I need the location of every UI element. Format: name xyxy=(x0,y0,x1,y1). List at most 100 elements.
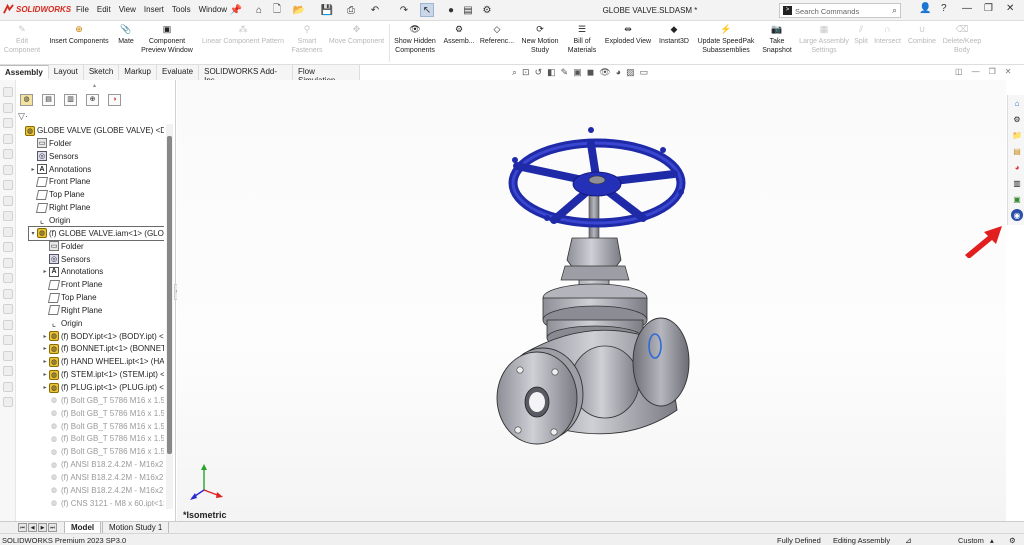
menu-tools[interactable]: Tools xyxy=(172,5,191,14)
quick-tool-icon[interactable] xyxy=(3,211,13,221)
solidworks-forum-icon[interactable]: ▣ xyxy=(1011,193,1023,205)
expand-arrow-icon[interactable]: ▸ xyxy=(41,358,49,365)
zoom-to-fit-icon[interactable]: ⌕ xyxy=(512,67,517,78)
tree-scrollbar-thumb[interactable] xyxy=(167,136,172,454)
units-selector[interactable]: Custom xyxy=(958,536,984,545)
filter-icon[interactable]: ▽· xyxy=(18,111,28,122)
quick-tool-icon[interactable] xyxy=(3,195,13,206)
units-dropdown-icon[interactable]: ▴ xyxy=(990,536,994,545)
tree-item[interactable]: ▭ Folder xyxy=(41,240,84,253)
large-assembly-settings-button[interactable]: ▦ Large Assembly Settings xyxy=(796,23,852,55)
undo-icon[interactable]: ↶ xyxy=(368,3,382,17)
tree-item[interactable]: ◍ (f) CNS 3121 - M8 x 60.ipt<1> xyxy=(41,497,164,509)
component-preview-window-button[interactable]: ▣ Component Preview Window xyxy=(139,23,195,55)
previous-view-icon[interactable]: ↺ xyxy=(535,67,543,78)
search-icon[interactable]: ⌕ xyxy=(892,5,897,16)
tree-item[interactable]: ◎ Sensors xyxy=(29,150,78,163)
last-tab-icon[interactable]: ⏭ xyxy=(48,523,57,532)
tree-item[interactable]: ▾ ◍ (f) GLOBE VALVE.iam<1> (GLOBE xyxy=(28,225,164,241)
tab-assembly[interactable]: Assembly xyxy=(0,65,49,80)
update-speedpak-button[interactable]: ⚡ Update SpeedPak Subassemblies xyxy=(694,23,758,55)
view-palette-icon[interactable]: ▤ xyxy=(1011,145,1023,157)
app-logo[interactable]: SOLIDWORKS xyxy=(3,4,71,15)
tab-solidworks-add-ins[interactable]: SOLIDWORKS Add-Ins xyxy=(199,65,294,85)
property-manager-tab-icon[interactable]: ▤ xyxy=(42,94,55,106)
pin-icon[interactable]: 📌 xyxy=(229,3,243,17)
file-properties-icon[interactable]: ▤ xyxy=(461,3,475,17)
new-document-icon[interactable]: 🗋 xyxy=(270,3,284,17)
quick-tool-icon[interactable] xyxy=(3,273,13,283)
expand-arrow-icon[interactable]: ▸ xyxy=(41,384,49,391)
restore-icon[interactable]: ❐ xyxy=(984,3,993,14)
tree-item[interactable]: ◍ (f) ANSI B18.2.4.2M - M16x2 - : xyxy=(41,458,164,471)
menu-view[interactable]: View xyxy=(119,5,136,14)
expand-arrow-icon[interactable]: ▾ xyxy=(29,230,37,237)
assembly-features-button[interactable]: ⚙ Assemb... xyxy=(441,23,477,46)
menu-file[interactable]: File xyxy=(76,5,89,14)
quick-tool-icon[interactable] xyxy=(3,397,13,407)
next-tab-icon[interactable]: ▶ xyxy=(38,523,47,532)
tree-item[interactable]: ▸ ◍ (f) STEM.ipt<1> (STEM.ipt) << xyxy=(41,368,164,381)
globe-valve-model[interactable] xyxy=(177,80,1006,521)
edit-appearance-icon[interactable]: ◕ xyxy=(616,67,621,78)
display-manager-tab-icon[interactable]: ◑ xyxy=(108,94,121,106)
redo-icon[interactable]: ↷ xyxy=(397,3,411,17)
tree-item[interactable]: ⌞ Origin xyxy=(41,317,82,330)
dynamic-annotation-icon[interactable]: ✎ xyxy=(561,67,569,78)
collapse-arrow-icon[interactable]: ▴ xyxy=(93,82,96,89)
tree-item[interactable]: Top Plane xyxy=(41,291,97,304)
tree-item[interactable]: ▸ A Annotations xyxy=(29,163,91,176)
show-hidden-components-button[interactable]: 👁 Show Hidden Components xyxy=(391,23,439,55)
quick-tool-icon[interactable] xyxy=(3,335,13,345)
quick-tool-icon[interactable] xyxy=(3,226,13,237)
hide-show-items-icon[interactable]: 👁 xyxy=(599,67,610,78)
file-explorer-icon[interactable]: 📁 xyxy=(1011,129,1023,141)
viewport-restore-icon[interactable]: ❐ xyxy=(989,67,996,76)
configuration-manager-tab-icon[interactable]: ▥ xyxy=(64,94,77,106)
tree-item[interactable]: ▸ A Annotations xyxy=(41,265,103,278)
open-icon[interactable]: 📂 xyxy=(292,3,306,17)
linear-component-pattern-button[interactable]: ⁂ Linear Component Pattern xyxy=(197,23,289,46)
menu-window[interactable]: Window xyxy=(199,5,227,14)
tree-item[interactable]: ◍ (f) Bolt GB_T 5786 M16 x 1.5 x xyxy=(41,445,164,458)
take-snapshot-button[interactable]: 📷 Take Snapshot xyxy=(760,23,794,55)
quick-tool-icon[interactable] xyxy=(3,350,13,361)
appearances-scenes-icon[interactable]: ◕ xyxy=(1011,161,1023,173)
display-style-icon[interactable]: ◼ xyxy=(587,67,594,78)
move-component-button[interactable]: ✥ Move Component xyxy=(325,23,388,46)
tree-item[interactable]: Front Plane xyxy=(41,278,102,291)
menu-edit[interactable]: Edit xyxy=(97,5,111,14)
quick-tool-icon[interactable] xyxy=(3,366,13,376)
print-icon[interactable]: ⎙ xyxy=(344,3,358,17)
section-view-icon[interactable]: ◧ xyxy=(547,67,556,78)
quick-tool-icon[interactable] xyxy=(3,180,13,190)
first-tab-icon[interactable]: ⏮ xyxy=(18,523,27,532)
menu-insert[interactable]: Insert xyxy=(144,5,164,14)
viewport-close-icon[interactable]: ✕ xyxy=(1005,67,1012,76)
tab-sketch[interactable]: Sketch xyxy=(83,65,120,80)
tree-item[interactable]: ▸ ◍ (f) BONNET.ipt<1> (BONNET.i xyxy=(41,342,164,355)
viewport-tile-icon[interactable]: ◫ xyxy=(955,67,963,76)
user-account-icon[interactable]: 👤 xyxy=(919,3,931,14)
quick-tool-icon[interactable] xyxy=(3,319,13,330)
mate-button[interactable]: 📎 Mate xyxy=(113,23,139,46)
feature-manager-tab-icon[interactable]: ◍ xyxy=(20,94,33,106)
rebuild-icon[interactable]: ● xyxy=(444,3,458,17)
save-icon[interactable]: 💾 xyxy=(320,3,334,17)
smart-fasteners-button[interactable]: ⚲ Smart Fasteners xyxy=(290,23,324,55)
tree-item[interactable]: ◎ Sensors xyxy=(41,253,90,266)
quick-tool-icon[interactable] xyxy=(3,133,13,144)
design-library-icon[interactable]: ⚙ xyxy=(1011,113,1023,125)
tree-item[interactable]: Top Plane xyxy=(29,188,85,201)
quick-tool-icon[interactable] xyxy=(3,381,13,392)
tree-item[interactable]: ◍ (f) Bolt GB_T 5786 M16 x 1.5 x xyxy=(41,394,164,407)
viewport-minimize-icon[interactable]: — xyxy=(972,67,980,76)
expand-arrow-icon[interactable]: ▸ xyxy=(29,166,37,173)
graphics-area[interactable] xyxy=(177,80,1006,521)
apply-scene-icon[interactable]: ▨ xyxy=(626,67,635,78)
tree-item[interactable]: ▸ ◍ (f) PLUG.ipt<1> (PLUG.ipt) <<D xyxy=(41,381,164,394)
tree-item[interactable]: ⌞ Origin xyxy=(29,214,70,227)
globe-icon[interactable]: ◉ xyxy=(1011,209,1023,221)
tree-item[interactable]: ▸ ◍ (f) BODY.ipt<1> (BODY.ipt) << xyxy=(41,330,164,343)
prev-tab-icon[interactable]: ◀ xyxy=(28,523,37,532)
